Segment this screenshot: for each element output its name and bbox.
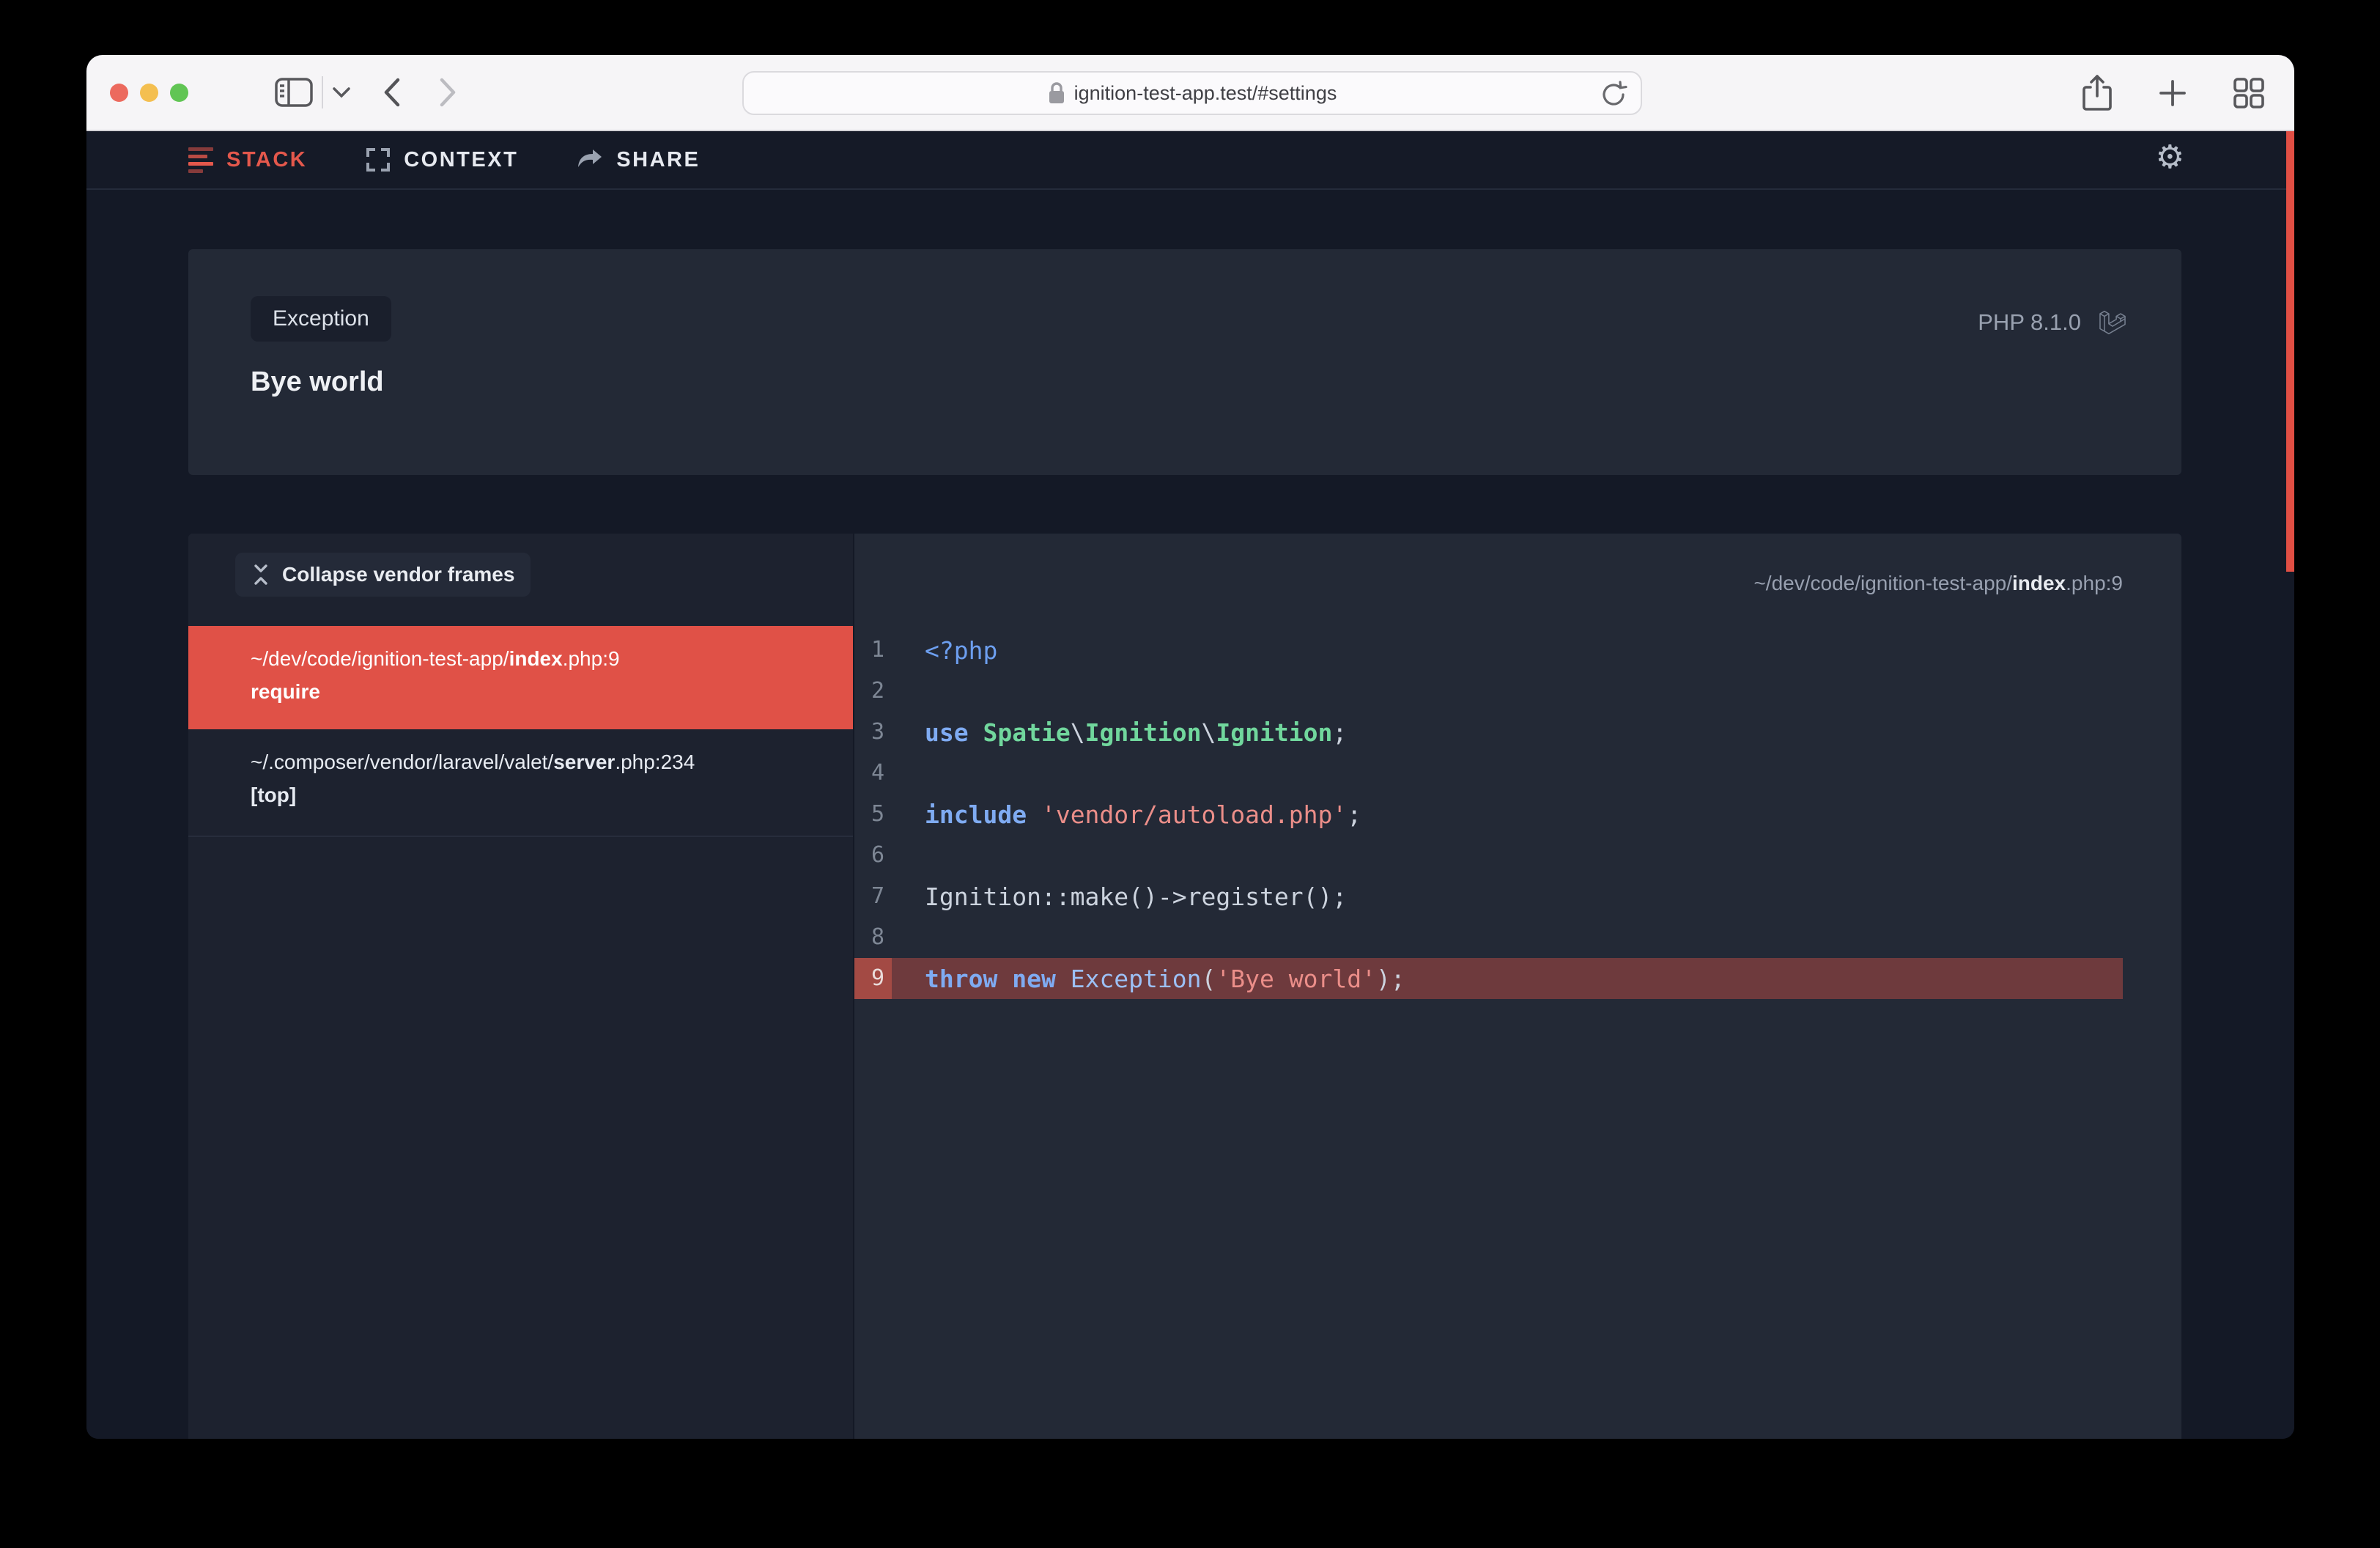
tab-share-label: SHARE — [616, 148, 700, 172]
code-line: 6 — [854, 835, 2123, 876]
tab-context-label: CONTEXT — [404, 148, 518, 172]
editor-path-prefix: ~/dev/code/ignition-test-app/ — [1753, 572, 2012, 594]
frame-method: require — [251, 680, 831, 704]
browser-window: ignition-test-app.test/#settings — [86, 55, 2294, 1439]
tab-overview-button[interactable] — [2233, 77, 2265, 109]
sidebar-icon — [275, 78, 313, 107]
browser-toolbar: ignition-test-app.test/#settings — [86, 55, 2294, 131]
ignition-navbar: STACK CONTEXT SHARE ⚙ — [86, 131, 2294, 190]
minimize-window-button[interactable] — [140, 84, 158, 102]
code-text: throw new Exception('Bye world'); — [892, 965, 1405, 993]
code-text: Ignition::make()->register(); — [892, 882, 1347, 911]
code-line: 8 — [854, 917, 2123, 958]
code-lines: 1<?php23use Spatie\Ignition\Ignition;45i… — [854, 630, 2123, 999]
code-text: <?php — [892, 636, 997, 665]
php-version: PHP 8.1.0 — [1978, 309, 2081, 336]
lock-icon — [1048, 81, 1065, 105]
sidebar-toggle-button[interactable] — [275, 78, 313, 107]
settings-gear-icon[interactable]: ⚙ — [2156, 141, 2184, 174]
frames-panel: Collapse vendor frames ~/dev/code/igniti… — [188, 534, 854, 1439]
code-line: 1<?php — [854, 630, 2123, 671]
address-bar[interactable]: ignition-test-app.test/#settings — [742, 71, 1642, 115]
back-button[interactable] — [383, 78, 401, 107]
line-number: 8 — [854, 917, 892, 958]
code-text: use Spatie\Ignition\Ignition; — [892, 718, 1347, 747]
frame-file-path: ~/.composer/vendor/laravel/valet/server.… — [251, 747, 831, 778]
tab-share[interactable]: SHARE — [577, 148, 700, 172]
line-number: 3 — [854, 712, 892, 753]
plus-icon — [2158, 78, 2187, 108]
code-line: 5include 'vendor/autoload.php'; — [854, 794, 2123, 835]
collapse-vendor-frames-button[interactable]: Collapse vendor frames — [235, 553, 531, 597]
code-text: include 'vendor/autoload.php'; — [892, 800, 1361, 829]
line-number: 7 — [854, 876, 892, 917]
frame-method: [top] — [251, 784, 831, 807]
frames-list: ~/dev/code/ignition-test-app/index.php:9… — [188, 626, 853, 837]
line-number: 9 — [854, 958, 892, 999]
line-number: 2 — [854, 671, 892, 712]
editor-file-path: ~/dev/code/ignition-test-app/index.php:9 — [1753, 572, 2123, 595]
line-number: 6 — [854, 835, 892, 876]
code-line: 2 — [854, 671, 2123, 712]
collapse-vertical-icon — [251, 564, 270, 586]
tab-context[interactable]: CONTEXT — [366, 147, 518, 172]
traffic-lights — [110, 84, 188, 102]
reload-button[interactable] — [1600, 80, 1627, 109]
code-line: 7Ignition::make()->register(); — [854, 876, 2123, 917]
reload-icon — [1600, 80, 1627, 109]
laravel-logo-icon — [2096, 306, 2129, 339]
share-arrow-icon — [577, 148, 603, 172]
share-icon — [2082, 74, 2113, 112]
code-line: 3use Spatie\Ignition\Ignition; — [854, 712, 2123, 753]
frame-brackets-icon — [366, 147, 391, 172]
close-window-button[interactable] — [110, 84, 128, 102]
page-scrollbar-thumb[interactable] — [2286, 131, 2294, 572]
editor-path-suffix: .php:9 — [2066, 572, 2123, 594]
code-line: 9throw new Exception('Bye world'); — [854, 958, 2123, 999]
page-content: Exception Bye world PHP 8.1.0 — [86, 190, 2294, 1439]
grid-icon — [2233, 77, 2265, 109]
new-tab-button[interactable] — [2158, 78, 2187, 108]
line-number: 4 — [854, 753, 892, 794]
exception-card: Exception Bye world PHP 8.1.0 — [188, 249, 2181, 475]
share-page-button[interactable] — [2082, 74, 2113, 112]
stack-trace-card: Collapse vendor frames ~/dev/code/igniti… — [188, 534, 2181, 1439]
tab-stack-label: STACK — [226, 148, 307, 172]
frame-file-path: ~/dev/code/ignition-test-app/index.php:9 — [251, 644, 831, 674]
zoom-window-button[interactable] — [170, 84, 188, 102]
code-line: 4 — [854, 753, 2123, 794]
chevron-left-icon — [383, 78, 401, 107]
tab-stack[interactable]: STACK — [188, 147, 307, 173]
stack-frame[interactable]: ~/.composer/vendor/laravel/valet/server.… — [188, 729, 853, 837]
line-number: 1 — [854, 630, 892, 671]
code-editor-panel: ~/dev/code/ignition-test-app/index.php:9… — [854, 534, 2181, 1439]
forward-button[interactable] — [439, 78, 457, 107]
stack-frame[interactable]: ~/dev/code/ignition-test-app/index.php:9… — [188, 626, 853, 729]
exception-message: Bye world — [251, 366, 384, 398]
line-number: 5 — [854, 794, 892, 835]
chevron-down-icon — [332, 86, 351, 98]
stack-icon — [188, 147, 213, 173]
sidebar-dropdown-button[interactable] — [332, 86, 351, 98]
collapse-vendor-frames-label: Collapse vendor frames — [282, 563, 514, 586]
editor-path-file: index — [2012, 572, 2066, 594]
toolbar-divider — [322, 76, 323, 108]
chevron-right-icon — [439, 78, 457, 107]
exception-type-badge: Exception — [251, 296, 391, 342]
url-text: ignition-test-app.test/#settings — [1074, 82, 1337, 105]
